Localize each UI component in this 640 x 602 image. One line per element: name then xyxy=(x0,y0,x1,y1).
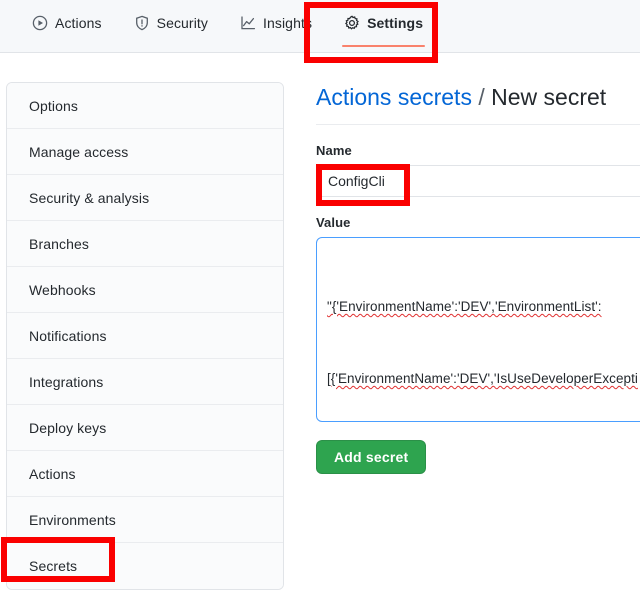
value-line: [{'EnvironmentName':'DEV','IsUseDevelope… xyxy=(327,371,638,386)
sidebar-item-integrations[interactable]: Integrations xyxy=(7,359,283,405)
sidebar-item-label: Deploy keys xyxy=(29,419,107,436)
tab-settings-label: Settings xyxy=(367,15,424,31)
sidebar-item-notifications[interactable]: Notifications xyxy=(7,313,283,359)
name-field-label: Name xyxy=(316,143,352,158)
sidebar-item-actions[interactable]: Actions xyxy=(7,451,283,497)
tab-security-label: Security xyxy=(156,15,208,31)
sidebar-item-options[interactable]: Options xyxy=(7,83,283,129)
sidebar-item-label: Notifications xyxy=(29,327,107,344)
sidebar-item-environments[interactable]: Environments xyxy=(7,497,283,543)
tab-actions[interactable]: Actions xyxy=(16,0,118,52)
settings-sidebar: Options Manage access Security & analysi… xyxy=(6,82,284,590)
sidebar-item-label: Webhooks xyxy=(29,281,96,298)
sidebar-item-secrets[interactable]: Secrets xyxy=(7,543,283,589)
sidebar-item-label: Branches xyxy=(29,235,89,252)
secret-value-textarea[interactable]: "{'EnvironmentName':'DEV','EnvironmentLi… xyxy=(316,237,640,422)
sidebar-item-label: Environments xyxy=(29,511,116,528)
shield-alert-icon xyxy=(134,14,150,32)
active-tab-underline xyxy=(342,45,426,47)
tab-settings[interactable]: Settings xyxy=(328,0,439,52)
tab-security[interactable]: Security xyxy=(118,0,224,52)
add-secret-button[interactable]: Add secret xyxy=(316,440,427,474)
repo-nav-bar: Actions Security Insights Settings xyxy=(0,0,640,53)
tab-insights-label: Insights xyxy=(263,15,313,31)
play-circle-icon xyxy=(32,14,48,32)
breadcrumb: Actions secrets / New secret xyxy=(316,82,640,125)
breadcrumb-separator: / xyxy=(478,84,485,110)
breadcrumb-current: New secret xyxy=(491,84,607,110)
breadcrumb-parent-link[interactable]: Actions secrets xyxy=(316,84,472,110)
sidebar-item-deploy-keys[interactable]: Deploy keys xyxy=(7,405,283,451)
sidebar-item-label: Manage access xyxy=(29,143,129,160)
sidebar-item-webhooks[interactable]: Webhooks xyxy=(7,267,283,313)
tab-actions-label: Actions xyxy=(55,15,102,31)
sidebar-item-label: Security & analysis xyxy=(29,189,150,206)
tab-insights[interactable]: Insights xyxy=(224,0,328,52)
value-field-label: Value xyxy=(316,215,351,230)
sidebar-item-branches[interactable]: Branches xyxy=(7,221,283,267)
graph-icon xyxy=(240,14,256,32)
repo-nav-tabs: Actions Security Insights Settings xyxy=(0,0,640,52)
main-content: Actions secrets / New secret Name Value … xyxy=(316,82,640,474)
gear-icon xyxy=(344,14,360,32)
sidebar-item-manage-access[interactable]: Manage access xyxy=(7,129,283,175)
sidebar-item-label: Actions xyxy=(29,465,76,482)
sidebar-item-label: Secrets xyxy=(29,558,78,574)
sidebar-item-label: Options xyxy=(29,97,78,114)
github-settings-page: Actions Security Insights Settings Optio… xyxy=(0,0,640,602)
sidebar-item-label: Integrations xyxy=(29,373,104,390)
sidebar-item-security-analysis[interactable]: Security & analysis xyxy=(7,175,283,221)
secret-name-input[interactable] xyxy=(316,165,640,197)
secret-value-content: "{'EnvironmentName':'DEV','EnvironmentLi… xyxy=(327,247,640,421)
value-line: "{'EnvironmentName':'DEV','EnvironmentLi… xyxy=(327,299,602,314)
